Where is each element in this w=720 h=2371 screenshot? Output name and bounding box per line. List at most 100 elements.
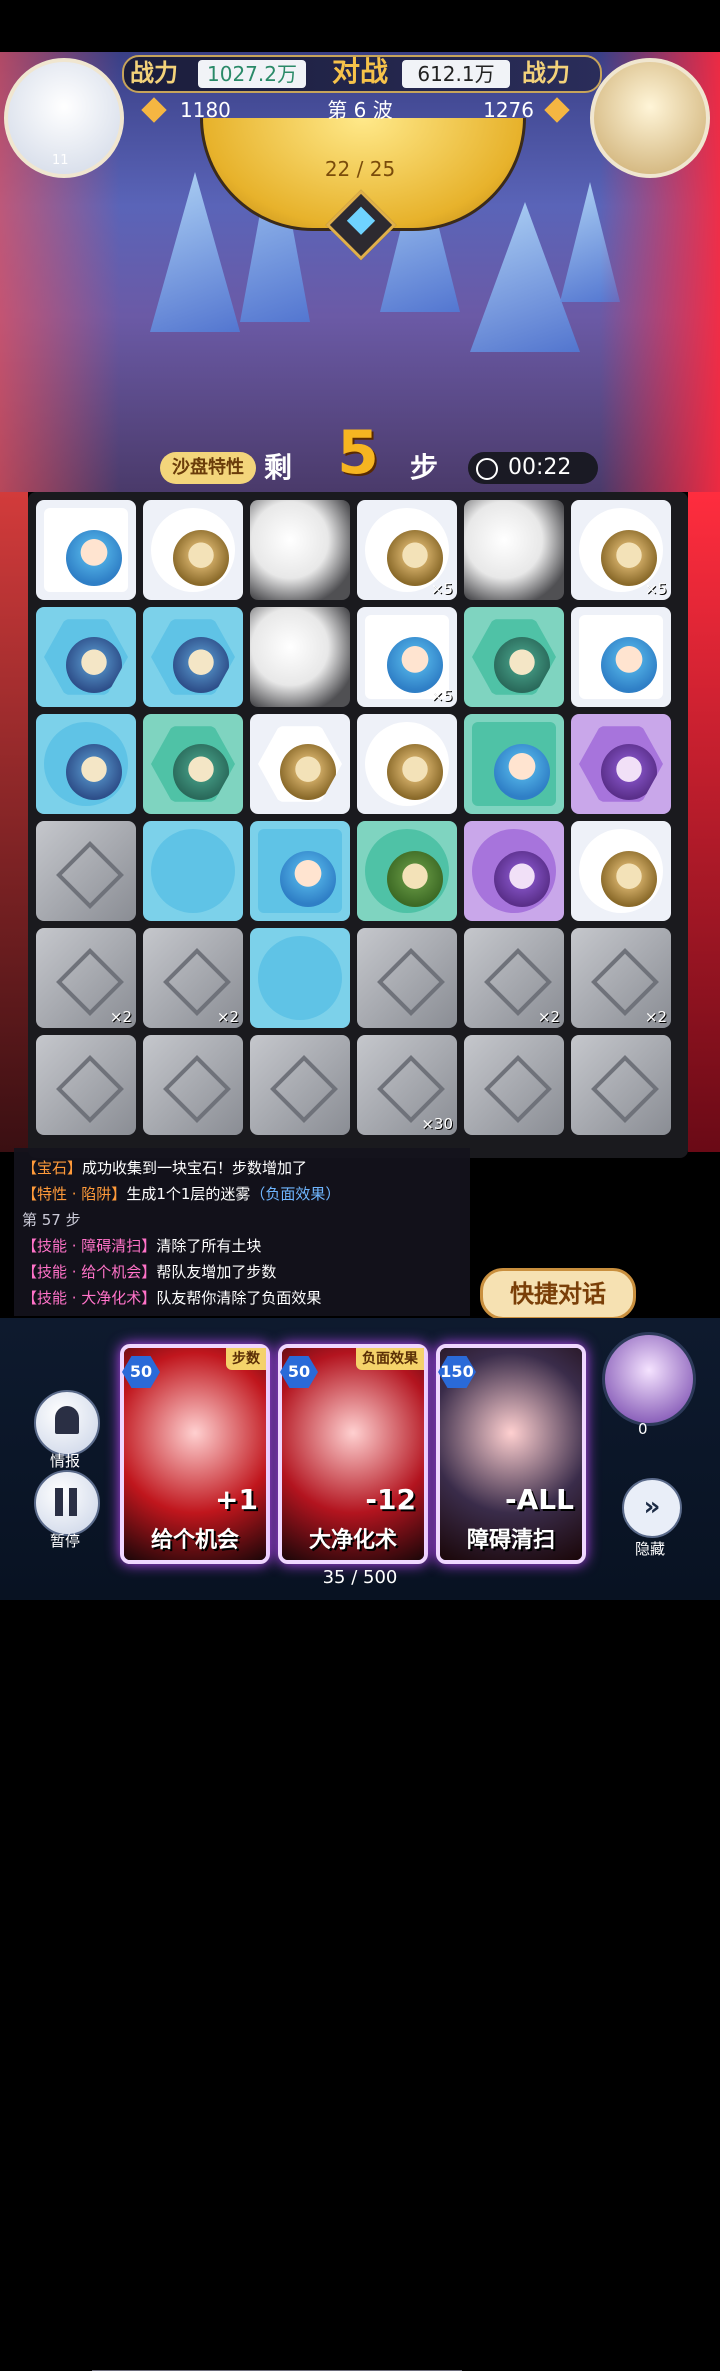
board-cell[interactable] xyxy=(143,1035,243,1135)
pause-button[interactable] xyxy=(34,1470,100,1536)
wave-count: 22 / 25 xyxy=(324,157,396,181)
board-cell[interactable] xyxy=(36,821,136,921)
board-token xyxy=(579,615,663,699)
board-cell[interactable] xyxy=(143,714,243,814)
board-cell[interactable] xyxy=(36,714,136,814)
board-cell[interactable] xyxy=(571,1035,671,1135)
board-cell[interactable] xyxy=(250,821,350,921)
trait-badge[interactable]: 沙盘特性 xyxy=(160,452,256,484)
board-token xyxy=(258,936,342,1020)
status-bar xyxy=(0,0,720,52)
negative-effect-link[interactable]: （负面效果） xyxy=(250,1185,340,1203)
board-cell[interactable] xyxy=(250,500,350,600)
quick-chat-button[interactable]: 快捷对话 xyxy=(480,1268,636,1320)
opponent-avatar[interactable] xyxy=(590,58,710,178)
character-face-icon xyxy=(173,530,229,586)
board-cell[interactable] xyxy=(571,821,671,921)
right-power-label: 战力 xyxy=(522,59,570,87)
board-cell[interactable] xyxy=(464,821,564,921)
stone-block-icon xyxy=(484,1055,552,1123)
right-gold: 1276 xyxy=(483,98,534,122)
stone-block-icon xyxy=(163,948,231,1016)
character-face-icon xyxy=(387,851,443,907)
log-tag-skill: 【技能 · 大净化术】 xyxy=(22,1289,157,1307)
remain-label: 剩 xyxy=(264,451,293,484)
hide-label: 隐藏 xyxy=(634,1540,665,1558)
board-cell[interactable]: ×30 xyxy=(357,1035,457,1135)
report-button[interactable] xyxy=(34,1390,100,1456)
board-token xyxy=(365,722,449,806)
log-text: 成功收集到一块宝石！步数增加了 xyxy=(82,1159,308,1177)
board-cell[interactable] xyxy=(464,500,564,600)
stone-block-icon xyxy=(377,1055,445,1123)
board-token xyxy=(151,508,235,592)
step-unit-label: 步 xyxy=(410,451,439,484)
board-cell[interactable] xyxy=(250,1035,350,1135)
character-face-icon xyxy=(601,530,657,586)
cell-multiplier: ×2 xyxy=(216,1008,239,1026)
skill-card-clear[interactable]: 150 -ALL 障碍清扫 xyxy=(436,1344,586,1564)
pause-icon-bar xyxy=(69,1488,77,1516)
board-cell[interactable] xyxy=(571,607,671,707)
card-name: 大净化术 xyxy=(308,1528,397,1553)
board-cell[interactable] xyxy=(143,821,243,921)
card-tag: 负面效果 xyxy=(356,1348,424,1370)
right-power-value: 612.1万 xyxy=(402,60,510,88)
board-cell[interactable]: ×5 xyxy=(571,500,671,600)
pause-icon xyxy=(55,1488,63,1516)
board-cell[interactable] xyxy=(357,821,457,921)
board-cell[interactable]: ×2 xyxy=(143,928,243,1028)
hide-button[interactable]: » xyxy=(622,1478,682,1538)
character-face-icon xyxy=(280,744,336,800)
board-cell[interactable] xyxy=(464,607,564,707)
board-cell[interactable]: ×2 xyxy=(464,928,564,1028)
clock-icon xyxy=(476,458,498,480)
board-cell[interactable] xyxy=(357,928,457,1028)
board-token xyxy=(258,726,342,802)
left-power-value: 1027.2万 xyxy=(198,60,306,88)
board-cell[interactable] xyxy=(464,714,564,814)
left-border xyxy=(0,492,28,1152)
character-face-icon xyxy=(387,637,443,693)
board-cell[interactable] xyxy=(250,928,350,1028)
board-cell[interactable]: ×5 xyxy=(357,607,457,707)
character-face-icon xyxy=(601,744,657,800)
cell-multiplier: ×30 xyxy=(421,1115,453,1133)
double-chevron-icon: » xyxy=(643,1492,661,1522)
steps-left: 5 xyxy=(337,418,379,488)
log-text: 生成1个1层的迷雾 xyxy=(126,1185,251,1203)
log-tag-skill: 【技能 · 障碍清扫】 xyxy=(22,1237,157,1255)
vs-label: 对战 xyxy=(331,55,388,88)
battle-log: 【宝石】成功收集到一块宝石！步数增加了 【特性 · 陷阱】生成1个1层的迷雾（负… xyxy=(14,1148,470,2371)
character-face-icon xyxy=(601,851,657,907)
board-cell[interactable] xyxy=(36,500,136,600)
board-cell[interactable] xyxy=(36,607,136,707)
character-face-icon xyxy=(387,744,443,800)
cell-multiplier: ×5 xyxy=(644,580,667,598)
board-cell[interactable] xyxy=(143,607,243,707)
board-cell[interactable] xyxy=(250,607,350,707)
board-cell[interactable]: ×2 xyxy=(571,928,671,1028)
skill-card-purify[interactable]: 50 负面效果 -12 大净化术 xyxy=(278,1344,428,1564)
board-cell[interactable] xyxy=(250,714,350,814)
energy-counter: 35 / 500 xyxy=(322,1567,398,1588)
stone-block-icon xyxy=(56,841,124,909)
board-cell[interactable] xyxy=(36,1035,136,1135)
character-face-icon xyxy=(494,744,550,800)
board-token xyxy=(579,829,663,913)
stone-block-icon xyxy=(163,1055,231,1123)
board-token xyxy=(472,829,556,913)
board-cell[interactable]: ×5 xyxy=(357,500,457,600)
skill-card-chance[interactable]: 50 步数 +1 给个机会 xyxy=(120,1344,270,1564)
player-avatar-level: 11 xyxy=(52,153,69,168)
board-cell[interactable]: ×2 xyxy=(36,928,136,1028)
ally-avatar[interactable] xyxy=(602,1332,696,1426)
board-cell[interactable] xyxy=(357,714,457,814)
board-cell[interactable] xyxy=(143,500,243,600)
log-tag-trait: 【特性 · 陷阱】 xyxy=(22,1185,127,1203)
character-face-icon xyxy=(601,637,657,693)
board-cell[interactable] xyxy=(571,714,671,814)
board-token xyxy=(365,829,449,913)
character-face-icon xyxy=(494,851,550,907)
board-cell[interactable] xyxy=(464,1035,564,1135)
